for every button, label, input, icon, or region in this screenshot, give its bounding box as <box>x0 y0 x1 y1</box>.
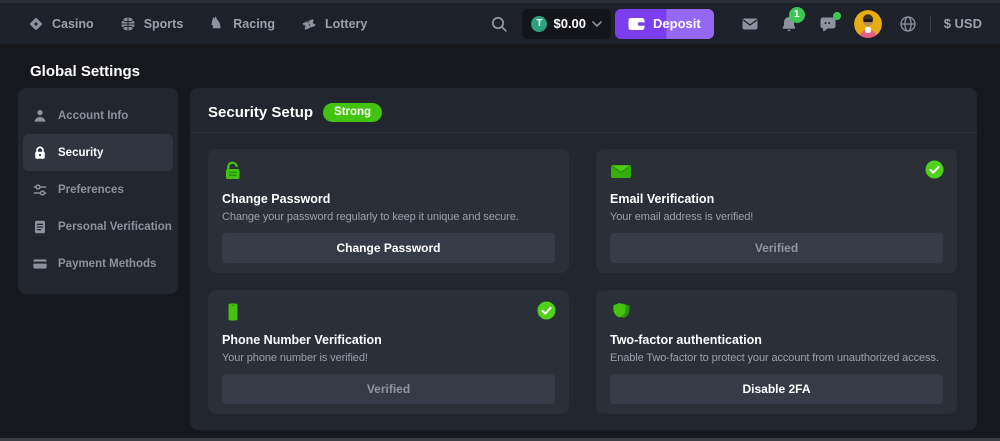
panel-title: Security Setup <box>208 104 313 121</box>
lottery-ticket-icon <box>301 16 317 32</box>
user-avatar[interactable] <box>854 10 882 38</box>
top-navigation-bar: Casino Sports ♞ Racing Lottery <box>0 0 1000 44</box>
card-description: Enable Two-factor to protect your accoun… <box>610 352 943 364</box>
card-email-verification: Email Verification Your email address is… <box>596 149 957 273</box>
security-strength-badge: Strong <box>323 103 382 122</box>
chevron-down-icon <box>592 21 602 27</box>
currency-selector[interactable]: $ USD <box>944 16 982 31</box>
verified-check-icon <box>537 301 556 320</box>
deposit-button[interactable]: Deposit <box>615 9 714 39</box>
sidebar-item-label: Account Info <box>58 110 128 122</box>
panel-header: Security Setup Strong <box>190 88 977 133</box>
page-title: Global Settings <box>30 63 140 80</box>
sidebar-item-label: Preferences <box>58 184 124 196</box>
search-icon[interactable] <box>490 15 508 33</box>
card-two-factor: Two-factor authentication Enable Two-fac… <box>596 290 957 414</box>
deposit-label: Deposit <box>653 16 701 31</box>
security-cards-grid: Change Password Change your password reg… <box>190 133 977 432</box>
card-description: Your email address is verified! <box>610 211 943 223</box>
primary-nav: Casino Sports ♞ Racing Lottery <box>28 16 367 32</box>
chat-status-dot <box>833 12 841 20</box>
chat-icon[interactable] <box>819 15 837 33</box>
sidebar-item-security[interactable]: Security <box>23 134 173 171</box>
card-title: Phone Number Verification <box>222 333 555 347</box>
padlock-icon <box>222 161 244 181</box>
tether-coin-icon: T <box>531 16 547 32</box>
sidebar-item-label: Security <box>58 147 103 159</box>
nav-item-racing[interactable]: ♞ Racing <box>209 16 275 32</box>
nav-label: Sports <box>144 17 184 31</box>
language-globe-icon[interactable] <box>899 15 917 33</box>
shield-icon <box>610 302 632 322</box>
sports-ball-icon <box>120 16 136 32</box>
phone-verified-button[interactable]: Verified <box>222 374 555 404</box>
nav-label: Racing <box>233 17 275 31</box>
card-change-password: Change Password Change your password reg… <box>208 149 569 273</box>
card-title: Email Verification <box>610 192 943 206</box>
card-title: Two-factor authentication <box>610 333 943 347</box>
notification-count-badge: 1 <box>789 7 805 23</box>
wallet-balance-selector[interactable]: T $0.00 <box>522 9 611 39</box>
email-verified-button[interactable]: Verified <box>610 233 943 263</box>
security-setup-panel: Security Setup Strong Change Password Ch… <box>190 88 977 430</box>
disable-2fa-button[interactable]: Disable 2FA <box>610 374 943 404</box>
phone-icon <box>222 302 244 322</box>
change-password-button[interactable]: Change Password <box>222 233 555 263</box>
envelope-icon <box>610 161 632 181</box>
balance-amount: $0.00 <box>553 16 586 31</box>
card-description: Change your password regularly to keep i… <box>222 211 555 223</box>
casino-diamond-icon <box>28 16 44 32</box>
user-icon <box>32 108 48 124</box>
card-title: Change Password <box>222 192 555 206</box>
nav-label: Casino <box>52 17 94 31</box>
sidebar-item-label: Payment Methods <box>58 258 156 270</box>
sidebar-item-account-info[interactable]: Account Info <box>23 97 173 134</box>
preferences-sliders-icon <box>32 182 48 198</box>
nav-item-casino[interactable]: Casino <box>28 16 94 32</box>
lock-icon <box>32 145 48 161</box>
sidebar-item-preferences[interactable]: Preferences <box>23 171 173 208</box>
credit-card-icon <box>32 256 48 272</box>
divider <box>930 16 931 32</box>
sidebar-item-label: Personal Verification <box>58 221 172 233</box>
notifications-bell-icon[interactable]: 1 <box>780 15 798 33</box>
settings-sidebar: Account Info Security Preferences Person… <box>18 88 178 294</box>
verified-check-icon <box>925 160 944 179</box>
sidebar-item-payment-methods[interactable]: Payment Methods <box>23 245 173 282</box>
app-window: Casino Sports ♞ Racing Lottery <box>0 0 1000 441</box>
nav-label: Lottery <box>325 17 367 31</box>
nav-item-lottery[interactable]: Lottery <box>301 16 367 32</box>
card-description: Your phone number is verified! <box>222 352 555 364</box>
inbox-mail-icon[interactable] <box>741 15 759 33</box>
racing-horse-icon: ♞ <box>209 16 225 32</box>
id-document-icon <box>32 219 48 235</box>
sidebar-item-personal-verification[interactable]: Personal Verification <box>23 208 173 245</box>
wallet-icon <box>628 17 645 31</box>
card-phone-verification: Phone Number Verification Your phone num… <box>208 290 569 414</box>
top-bar-actions: T $0.00 Deposit 1 <box>490 9 982 39</box>
nav-item-sports[interactable]: Sports <box>120 16 184 32</box>
